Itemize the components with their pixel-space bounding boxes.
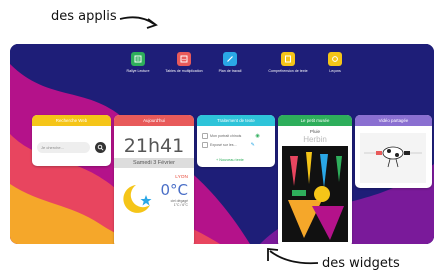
- widget-today: Aujourd'hui 21h41 Samedi 3 Février LYON …: [114, 115, 194, 244]
- clock-date: Samedi 3 Février: [114, 158, 194, 168]
- app-comprehension-texte[interactable]: Compréhension de texte: [265, 52, 311, 73]
- widget-shared-video: Vidéo partagée: [355, 115, 432, 188]
- arrow-down-right-icon: [119, 16, 158, 29]
- eye-icon[interactable]: ◉: [255, 133, 259, 139]
- app-plan-de-travail[interactable]: Plan de travail: [207, 52, 253, 73]
- document-checkbox[interactable]: [202, 133, 208, 139]
- widget-word-processor: Traitement de texte Mon portrait chinois…: [197, 115, 275, 167]
- document-title: Exposé sur les...: [210, 143, 237, 147]
- book-icon: [131, 52, 145, 66]
- annotation-apps: des applis: [51, 9, 117, 24]
- arrow-up-left-icon: [267, 248, 318, 265]
- weather-temperature: 0°C: [160, 181, 188, 199]
- new-text-label: Nouveau texte: [219, 158, 244, 162]
- edit-icon[interactable]: ✎: [251, 142, 255, 148]
- weather-panel: LYON 0°C ciel dégagé 1°C / 6°C: [114, 169, 194, 229]
- artwork-image[interactable]: [282, 146, 348, 242]
- widget-title: Vidéo partagée: [355, 115, 432, 126]
- widget-web-search: Recherche Web Je cherche...: [32, 115, 111, 166]
- widget-title: Aujourd'hui: [114, 115, 194, 126]
- artwork-artist: Herbin: [303, 135, 327, 144]
- search-button[interactable]: [95, 142, 106, 153]
- app-label: Compréhension de texte: [268, 69, 308, 73]
- calculator-icon: [177, 52, 191, 66]
- moon-stars-icon: [123, 185, 152, 213]
- new-text-button[interactable]: + Nouveau texte: [216, 158, 244, 162]
- app-tables-multiplication[interactable]: Tables de multiplication: [161, 52, 207, 73]
- widget-title: Recherche Web: [32, 115, 111, 126]
- artwork-title: Pluie: [309, 129, 321, 134]
- widget-title: Traitement de texte: [197, 115, 275, 126]
- app-lecons[interactable]: Leçons: [312, 52, 358, 73]
- document-title: Mon portrait chinois: [210, 134, 242, 138]
- pencil-icon: [223, 52, 237, 66]
- search-icon: [97, 144, 104, 151]
- search-input[interactable]: Je cherche...: [37, 142, 90, 153]
- weather-city: LYON: [175, 175, 188, 180]
- widget-title: Le petit musée: [278, 115, 352, 126]
- app-label: Leçons: [329, 69, 341, 73]
- annotation-widgets: des widgets: [322, 256, 400, 271]
- clock-time: 21h41: [123, 135, 185, 157]
- app-bar: Rallye Lecture Tables de multiplication …: [10, 52, 434, 92]
- weather-range: 1°C / 6°C: [173, 203, 188, 207]
- video-thumbnail[interactable]: [360, 133, 426, 183]
- app-rallye-lecture[interactable]: Rallye Lecture: [115, 52, 161, 73]
- list-item[interactable]: Exposé sur les... ✎: [202, 142, 255, 148]
- app-label: Rallye Lecture: [126, 69, 150, 73]
- document-checkbox[interactable]: [202, 142, 208, 148]
- lesson-icon: [328, 52, 342, 66]
- weather-condition: ciel dégagé 1°C / 6°C: [171, 199, 188, 207]
- list-item[interactable]: Mon portrait chinois ◉: [202, 133, 260, 139]
- widget-museum: Le petit musée Pluie Herbin: [278, 115, 352, 244]
- app-label: Plan de travail: [218, 69, 242, 73]
- document-icon: [281, 52, 295, 66]
- app-desktop: Rallye Lecture Tables de multiplication …: [10, 44, 434, 244]
- app-label: Tables de multiplication: [165, 69, 203, 73]
